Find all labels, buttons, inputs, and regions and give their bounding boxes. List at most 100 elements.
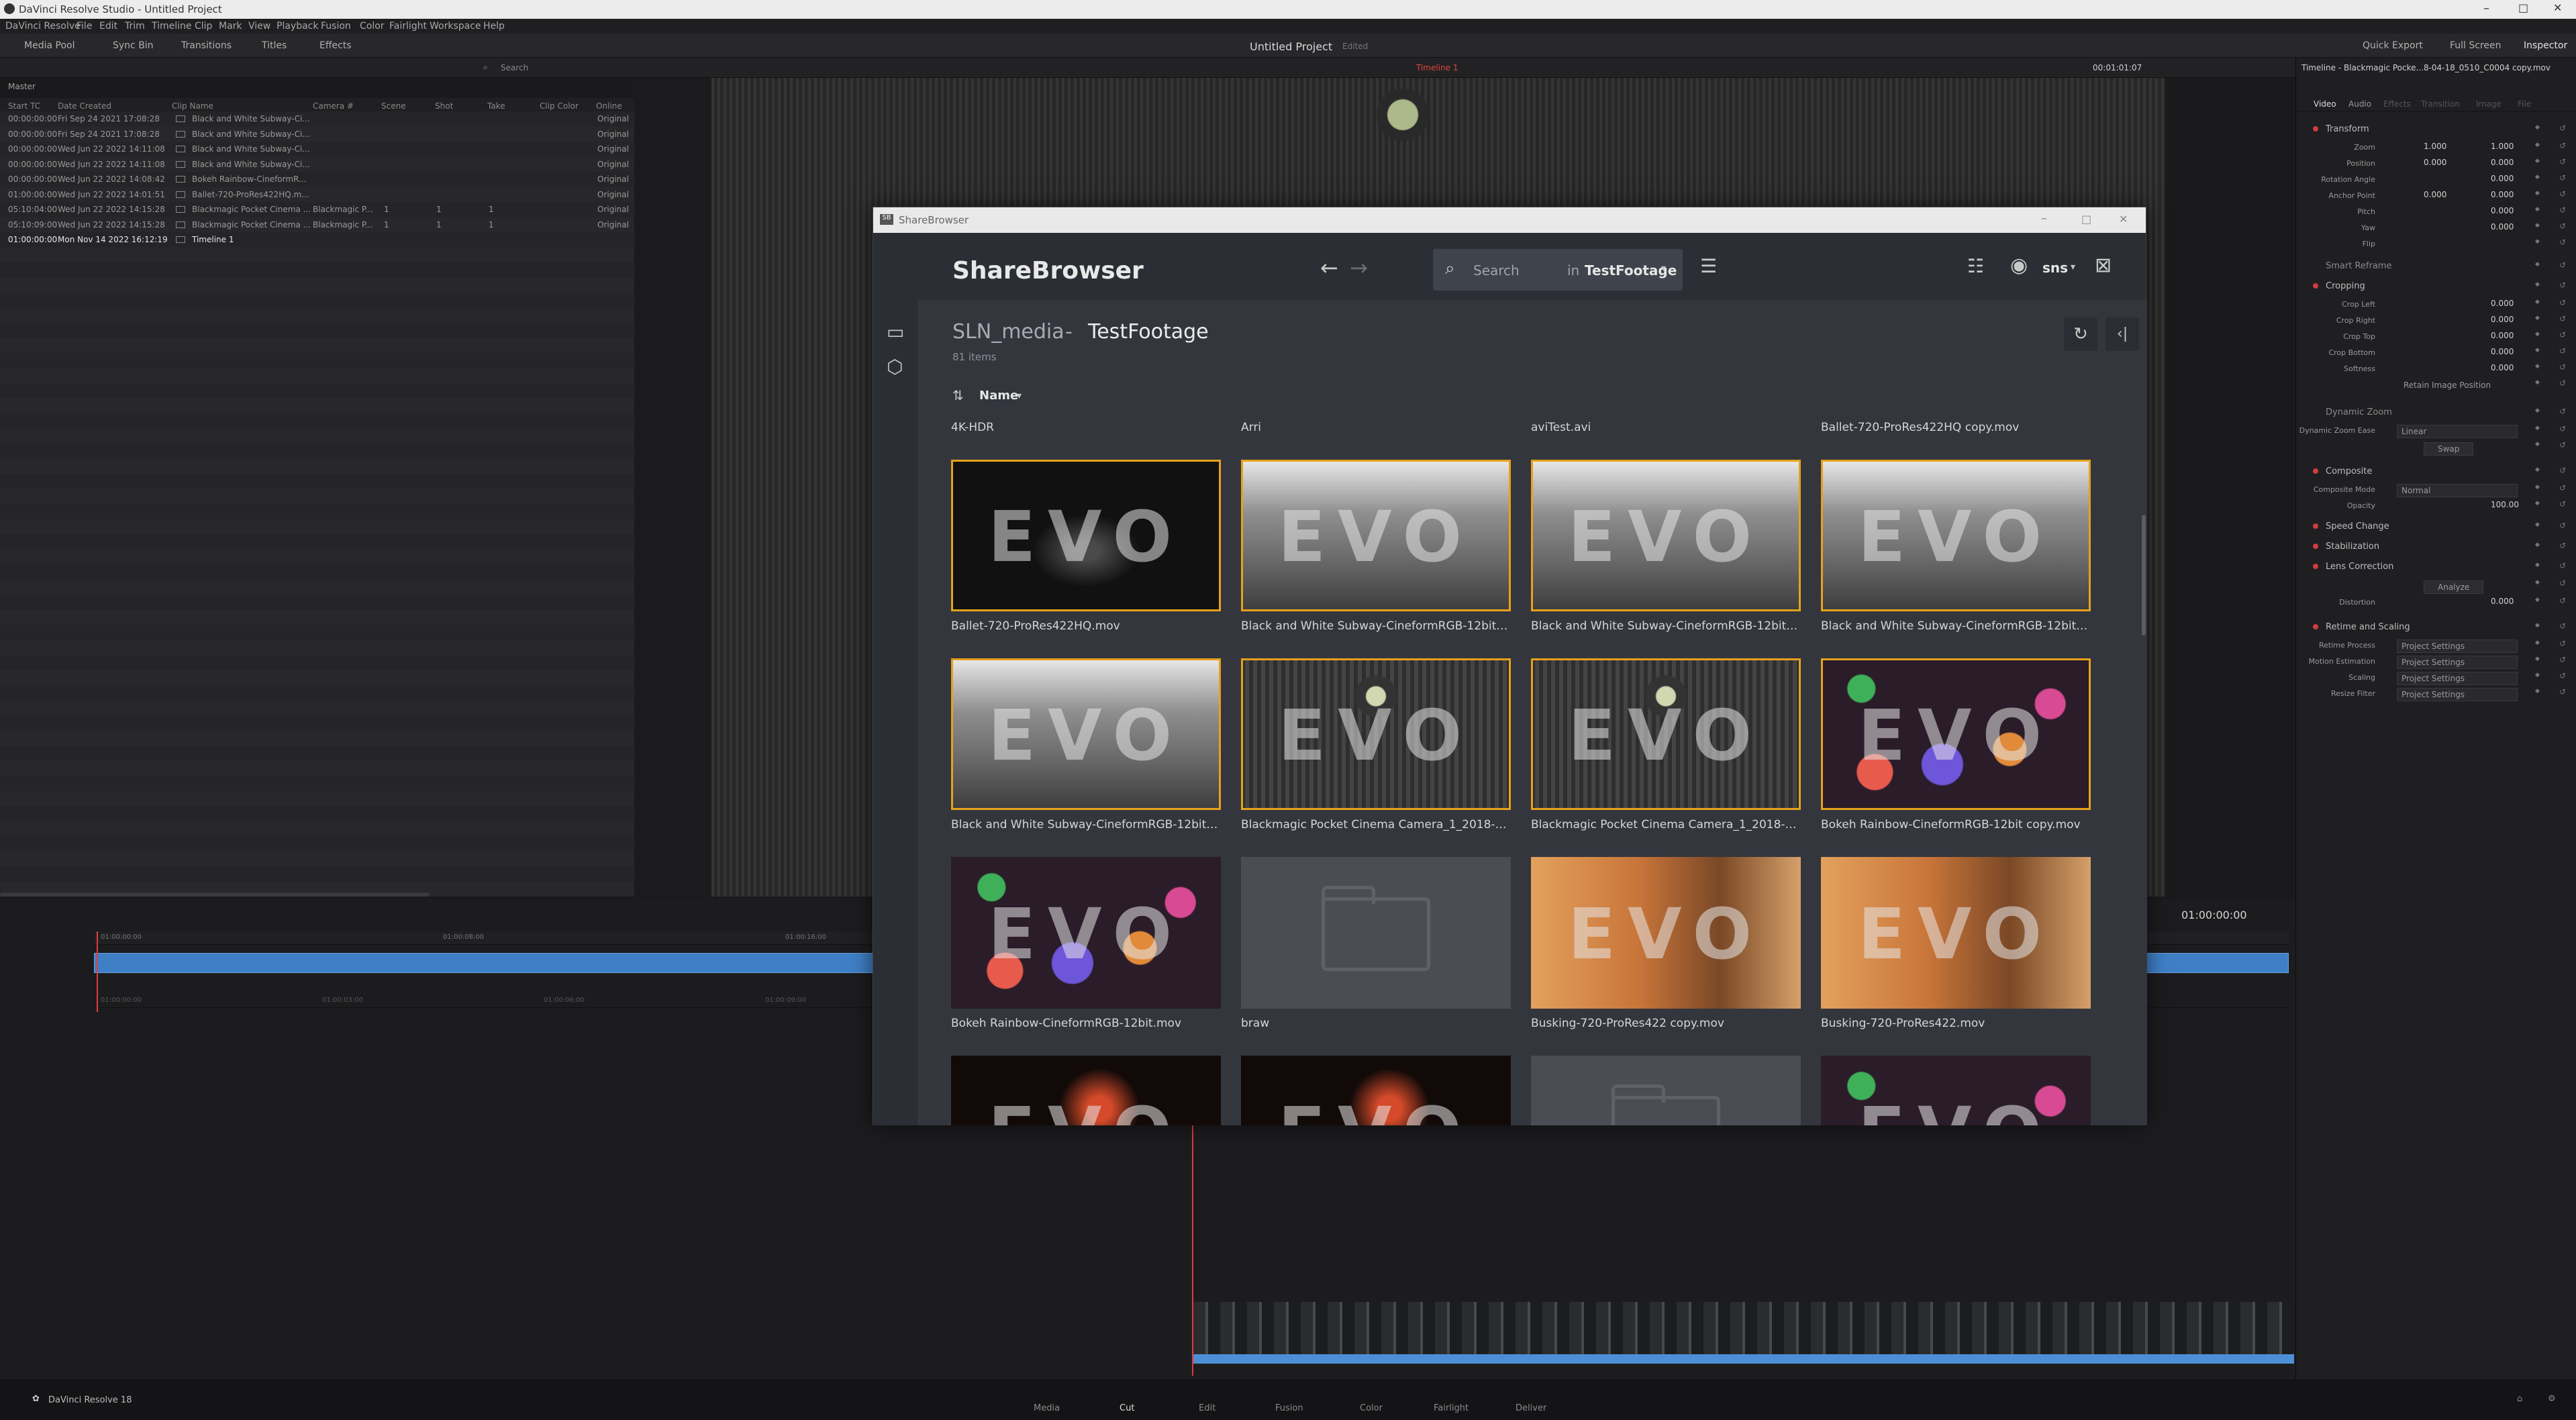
keyframe-icon[interactable]: ◆ xyxy=(2535,640,2540,646)
reset-icon[interactable]: ↺ xyxy=(2559,330,2566,340)
reset-icon[interactable]: ↺ xyxy=(2559,378,2566,388)
reset-icon[interactable]: ↺ xyxy=(2559,621,2566,631)
reset-icon[interactable]: ↺ xyxy=(2559,639,2566,648)
reset-icon[interactable]: ↺ xyxy=(2559,221,2566,231)
file-thumbnail[interactable]: EVO xyxy=(1821,1056,2091,1125)
col-date-created[interactable]: Date Created xyxy=(58,101,111,111)
path-root[interactable]: SLN_media xyxy=(952,320,1064,344)
menu-fairlight[interactable]: Fairlight xyxy=(389,21,427,32)
effects-button[interactable]: Effects xyxy=(319,40,352,51)
col-take[interactable]: Take xyxy=(487,101,505,111)
value-field[interactable]: 0.000 xyxy=(2491,222,2514,232)
reset-icon[interactable]: ↺ xyxy=(2559,189,2566,199)
top-row-label[interactable]: aviTest.avi xyxy=(1531,421,1591,434)
media-pool-row[interactable]: 00:00:00:00 Wed Jun 22 2022 14:11:08 Black… xyxy=(0,157,634,172)
page-color[interactable]: Color xyxy=(1360,1403,1383,1413)
keyframe-icon[interactable]: ◆ xyxy=(2535,656,2540,662)
dynamic-zoom-ease-label[interactable]: Dynamic Zoom Ease Linear ◆ ↺ xyxy=(2296,423,2576,439)
file-name[interactable]: Bokeh Rainbow-CineformRGB-12bit.mov xyxy=(951,1017,1221,1030)
search-input[interactable]: Search xyxy=(1473,262,1520,278)
reset-icon[interactable]: ↺ xyxy=(2559,483,2566,493)
value-field[interactable]: 0.000 xyxy=(2491,174,2514,183)
reset-icon[interactable]: ↺ xyxy=(2559,314,2566,323)
value-field[interactable]: Project Settings xyxy=(2397,640,2518,653)
file-thumbnail[interactable]: EVO xyxy=(1531,857,1801,1009)
enable-toggle-icon[interactable] xyxy=(2313,283,2318,289)
file-thumbnail[interactable]: EVO xyxy=(951,658,1221,810)
keyframe-icon[interactable]: ◆ xyxy=(2535,379,2540,386)
keyframe-icon[interactable]: ◆ xyxy=(2535,521,2540,528)
titles-button[interactable]: Titles xyxy=(262,40,287,51)
file-thumbnail[interactable]: EVO xyxy=(1241,1056,1511,1125)
keyframe-icon[interactable]: ◆ xyxy=(2535,407,2540,414)
position-label[interactable]: Position 0.000 0.000 ◆ ↺ xyxy=(2296,156,2576,172)
tab-effects[interactable]: Effects xyxy=(2383,99,2411,109)
rotation-label[interactable]: Rotation Angle 0.000 ◆ ↺ xyxy=(2296,172,2576,188)
keyframe-icon[interactable]: ◆ xyxy=(2535,672,2540,678)
retain-position-checkbox[interactable]: Retain Image Position ◆ ↺ xyxy=(2296,377,2576,393)
media-pool-row[interactable]: 01:00:00:00 Mon Nov 14 2022 16:12:19 Timel… xyxy=(0,232,634,248)
value-field[interactable]: Project Settings xyxy=(2397,672,2518,685)
keyframe-icon[interactable]: ◆ xyxy=(2535,622,2540,629)
softness-label[interactable]: Softness 0.000 ◆ ↺ xyxy=(2296,361,2576,377)
keyframe-icon[interactable]: ◆ xyxy=(2535,206,2540,213)
transform-section[interactable]: Transform ◆ ↺ xyxy=(2296,122,2576,138)
keyframe-icon[interactable]: ◆ xyxy=(2535,281,2540,288)
file-name[interactable]: Blackmagic Pocket Cinema Camera_1_2018-0… xyxy=(1531,818,1801,831)
keyframe-icon[interactable]: ◆ xyxy=(2535,331,2540,338)
menu-playback[interactable]: Playback xyxy=(277,21,318,32)
resize-filter-label[interactable]: Resize Filter Project Settings ◆ ↺ xyxy=(2296,686,2576,702)
page-edit[interactable]: Edit xyxy=(1199,1403,1216,1413)
menu-trim[interactable]: Trim xyxy=(125,21,145,32)
enable-toggle-icon[interactable] xyxy=(2313,544,2318,549)
media-pool-row[interactable]: 05:10:09:00 Wed Jun 22 2022 14:15:28 Black… xyxy=(0,217,634,233)
media-pool-scrollbar[interactable] xyxy=(0,893,430,897)
filter-sliders-icon[interactable]: ☰ xyxy=(1700,257,1717,276)
reset-icon[interactable]: ↺ xyxy=(2559,578,2566,588)
page-cut[interactable]: Cut xyxy=(1120,1403,1134,1413)
sort-icon[interactable]: ⇅ xyxy=(952,389,964,402)
enable-toggle-icon[interactable] xyxy=(2313,624,2318,629)
sb-maximize-button[interactable]: □ xyxy=(2081,213,2091,225)
value-field[interactable]: 0.000 xyxy=(2424,158,2446,167)
reset-icon[interactable]: ↺ xyxy=(2559,407,2566,416)
menu-file[interactable]: File xyxy=(77,21,92,32)
media-pool-row[interactable]: 00:00:00:00 Fri Sep 24 2021 17:08:28 Black… xyxy=(0,111,634,127)
file-thumbnail[interactable] xyxy=(1241,857,1511,1009)
menu-fusion[interactable]: Fusion xyxy=(321,21,351,32)
dynamic-zoom-section[interactable]: Dynamic Zoom ◆ ↺ xyxy=(2296,405,2576,421)
keyframe-icon[interactable]: ◆ xyxy=(2535,500,2540,507)
file-thumbnail[interactable]: EVO xyxy=(1241,658,1511,810)
value-field[interactable]: 0.000 xyxy=(2491,158,2514,167)
reset-icon[interactable]: ↺ xyxy=(2559,671,2566,680)
value-field[interactable]: Project Settings xyxy=(2397,656,2518,669)
content-scrollbar[interactable] xyxy=(2142,515,2146,636)
file-thumbnail[interactable]: EVO xyxy=(1821,460,2091,611)
top-row-label[interactable]: Arri xyxy=(1241,421,1261,434)
timeline-name[interactable]: Timeline 1 xyxy=(1416,63,1458,72)
keyframe-icon[interactable]: ◆ xyxy=(2535,261,2540,268)
scaling-label[interactable]: Scaling Project Settings ◆ ↺ xyxy=(2296,670,2576,686)
value-field[interactable]: 0.000 xyxy=(2424,190,2446,199)
search-icon[interactable]: ⌕ xyxy=(483,62,488,72)
pitch-label[interactable]: Pitch 0.000 ◆ ↺ xyxy=(2296,204,2576,220)
reset-icon[interactable]: ↺ xyxy=(2559,141,2566,150)
reset-icon[interactable]: ↺ xyxy=(2559,440,2566,450)
file-name[interactable]: Ballet-720-ProRes422HQ.mov xyxy=(951,619,1221,633)
top-row-label[interactable]: 4K-HDR xyxy=(951,421,994,434)
value-field[interactable]: 0.000 xyxy=(2491,363,2514,372)
home-icon[interactable]: ⌂ xyxy=(2517,1394,2522,1404)
minimize-button[interactable]: – xyxy=(2483,1,2489,15)
keyframe-icon[interactable]: ◆ xyxy=(2535,542,2540,548)
file-thumbnail[interactable]: EVO xyxy=(1241,460,1511,611)
col-camera[interactable]: Camera # xyxy=(313,101,354,111)
sort-chevron-icon[interactable]: ▾ xyxy=(1017,391,1022,401)
stabilization-section[interactable]: Stabilization ◆ ↺ xyxy=(2296,540,2576,556)
tab-video[interactable]: Video xyxy=(2314,99,2336,109)
retime-scaling-section[interactable]: Retime and Scaling ◆ ↺ xyxy=(2296,620,2576,636)
retime-process-label[interactable]: Retime Process Project Settings ◆ ↺ xyxy=(2296,638,2576,654)
file-thumbnail[interactable]: EVO xyxy=(1531,460,1801,611)
media-pool-button[interactable]: Media Pool xyxy=(24,40,75,51)
transitions-button[interactable]: Transitions xyxy=(181,40,232,51)
col-clip-name[interactable]: Clip Name xyxy=(172,101,213,111)
